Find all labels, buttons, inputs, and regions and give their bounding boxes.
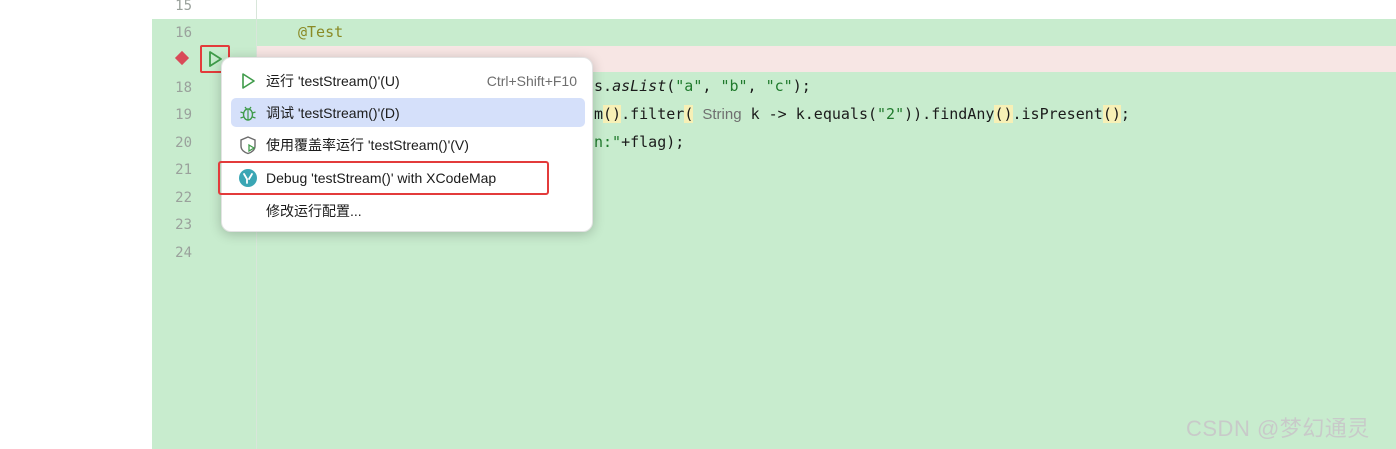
line-number: 16 — [175, 25, 192, 41]
line-number: 15 — [175, 0, 192, 14]
code-string: "2" — [877, 105, 905, 123]
code-line-18: s.asList("a", "b", "c"); — [594, 77, 811, 95]
code-text: () — [603, 105, 622, 123]
menu-item-run-with-coverage[interactable]: 使用覆盖率运行 'testStream()'(V) — [231, 130, 585, 159]
code-text: +flag); — [621, 133, 685, 151]
menu-item-label: 调试 'testStream()'(D) — [266, 104, 400, 121]
highlight-box — [218, 161, 549, 195]
left-blank-area — [0, 0, 152, 449]
code-text: () — [994, 105, 1013, 123]
debug-icon — [236, 102, 260, 124]
line-number: 21 — [175, 162, 192, 178]
watermark: CSDN @梦幻通灵 — [1186, 416, 1370, 441]
code-text: ; — [1120, 105, 1130, 123]
shortcut-label: Ctrl+Shift+F10 — [486, 72, 577, 89]
code-line-20: n:"+flag); — [594, 133, 684, 151]
menu-item-run[interactable]: 运行 'testStream()'(U) Ctrl+Shift+F10 — [231, 66, 585, 95]
menu-item-label: 运行 'testStream()'(U) — [266, 72, 400, 89]
code-text: s. — [594, 77, 613, 95]
code-string: "a" — [675, 77, 703, 95]
code-string: n:" — [594, 133, 622, 151]
parameter-hint: String — [702, 106, 742, 123]
code-text: ( — [684, 105, 694, 123]
code-text: , — [747, 77, 766, 95]
menu-item-debug[interactable]: 调试 'testStream()'(D) — [231, 98, 585, 127]
line-number: 23 — [175, 217, 192, 233]
run-icon — [236, 70, 260, 92]
code-text: ); — [792, 77, 811, 95]
current-line-15 — [152, 0, 1396, 19]
code-text: m — [594, 105, 604, 123]
code-text: , — [702, 77, 721, 95]
code-text: () — [1102, 105, 1121, 123]
coverage-icon — [236, 134, 260, 156]
line-number: 19 — [175, 107, 192, 123]
code-text: k -> k.equals( — [741, 105, 878, 123]
code-string: "c" — [765, 77, 793, 95]
annotation-text: @Test — [298, 23, 344, 41]
menu-item-label: 修改运行配置... — [266, 202, 362, 219]
line-number: 24 — [175, 245, 192, 261]
run-context-menu: 运行 'testStream()'(U) Ctrl+Shift+F10 调试 '… — [221, 57, 593, 232]
line-number: 18 — [175, 80, 192, 96]
code-method: asList — [612, 77, 667, 95]
line-number: 22 — [175, 190, 192, 206]
code-string: "b" — [720, 77, 748, 95]
code-text: .isPresent — [1012, 105, 1103, 123]
menu-item-label: 使用覆盖率运行 'testStream()'(V) — [266, 136, 469, 153]
line-number: 20 — [175, 135, 192, 151]
code-line-19: m().filter( String k -> k.equals("2")).f… — [594, 105, 1130, 123]
code-text: )).findAny — [904, 105, 995, 123]
code-text: .filter — [621, 105, 685, 123]
menu-item-edit-run-config[interactable]: 修改运行配置... — [231, 196, 620, 225]
code-line-16: @Test — [298, 23, 343, 41]
